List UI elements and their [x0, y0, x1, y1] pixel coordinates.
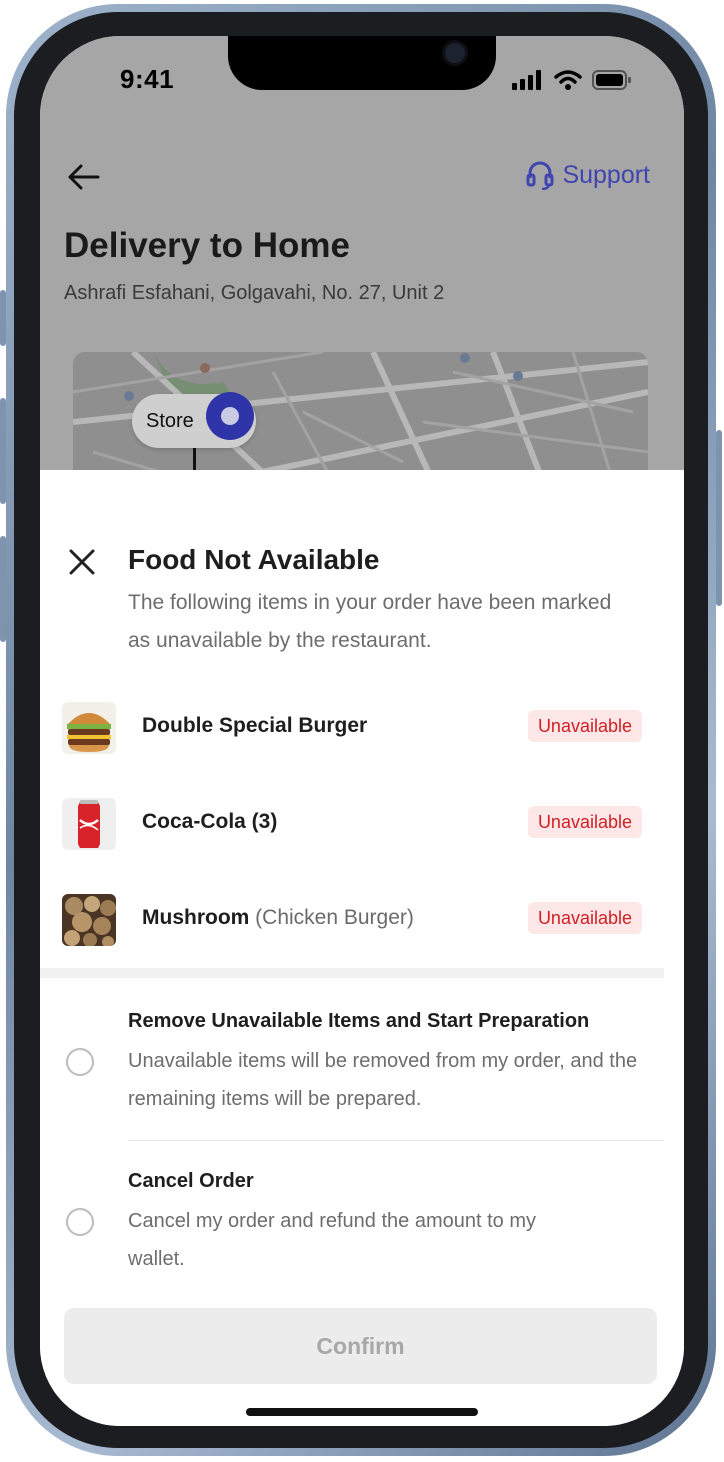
radio-cancel-order[interactable]: [66, 1208, 94, 1236]
unavailable-badge: Unavailable: [527, 902, 642, 934]
sheet-description: The following items in your order have b…: [128, 591, 612, 652]
unavailable-item: Double Special Burger Unavailable: [62, 700, 642, 756]
status-time: 9:41: [120, 64, 175, 94]
item-name: Double Special Burger: [142, 714, 368, 737]
store-label: Store: [146, 409, 194, 432]
mushroom-image: [62, 894, 116, 946]
headset-icon: [526, 161, 554, 190]
store-pin-dot: [221, 407, 239, 425]
cola-can-image-graphic: [62, 798, 116, 850]
order-tracking-page: 9:41 Support Delivery to Home Ashrafi Es…: [40, 36, 684, 482]
unavailable-item: Mushroom (Chicken Burger) Unavailable: [62, 892, 642, 948]
unavailable-badge: Unavailable: [527, 710, 642, 742]
store-pin-icon[interactable]: [206, 392, 254, 440]
volume-down-button: [0, 536, 6, 642]
item-note: (Chicken Burger): [255, 906, 414, 929]
item-name-text: Coca-Cola (3): [142, 810, 277, 834]
silent-switch: [0, 290, 6, 346]
back-arrow-icon[interactable]: [66, 162, 100, 192]
item-name-text: Mushroom (Chicken Burger): [142, 906, 414, 930]
sheet-title: Food Not Available: [128, 544, 380, 575]
camera-notch: [228, 36, 496, 90]
status-icons: [512, 70, 632, 90]
option-divider: [128, 1140, 664, 1141]
burger-image-graphic: [62, 702, 116, 754]
item-name-text: Double Special Burger: [142, 714, 367, 738]
page-title: Delivery to Home: [64, 226, 350, 265]
front-camera: [442, 40, 468, 66]
item-name: Coca-Cola (3): [142, 810, 278, 833]
option-title: Remove Unavailable Items and Start Prepa…: [128, 1010, 590, 1032]
confirm-button[interactable]: Confirm: [64, 1308, 657, 1384]
wifi-icon: [554, 70, 582, 90]
cola-can-image: [62, 798, 116, 850]
burger-image: [62, 702, 116, 754]
radio-remove-items[interactable]: [66, 1048, 94, 1076]
item-name: Mushroom: [142, 906, 250, 929]
option-description: Cancel my order and refund the amount to…: [128, 1210, 536, 1270]
mushroom-image-graphic: [62, 894, 116, 946]
unavailable-badge: Unavailable: [527, 806, 642, 838]
battery-icon: [592, 70, 631, 90]
home-indicator[interactable]: [246, 1408, 478, 1416]
close-icon[interactable]: [68, 548, 96, 576]
food-unavailable-sheet: Food Not Available The following items i…: [40, 470, 684, 1426]
support-label: Support: [562, 160, 650, 189]
cellular-signal-icon: [512, 70, 541, 90]
section-divider: [40, 968, 664, 978]
option-title: Cancel Order: [128, 1170, 254, 1192]
support-button[interactable]: Support: [526, 160, 650, 190]
delivery-address: Ashrafi Esfahani, Golgavahi, No. 27, Uni…: [64, 282, 445, 304]
phone-screen: 9:41 Support Delivery to Home Ashrafi Es…: [40, 36, 684, 1426]
unavailable-item: Coca-Cola (3) Unavailable: [62, 796, 642, 852]
volume-up-button: [0, 398, 6, 504]
power-button: [716, 430, 722, 606]
option-description: Unavailable items will be removed from m…: [128, 1050, 638, 1110]
